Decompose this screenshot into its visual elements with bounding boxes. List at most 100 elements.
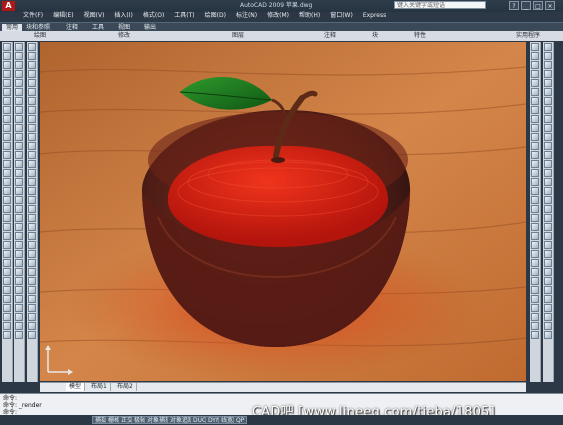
menu-insert[interactable]: 插入(I)	[109, 11, 137, 21]
panel-modify[interactable]: 修改	[118, 31, 130, 41]
toolbar-tool-icon[interactable]	[28, 97, 36, 105]
toolbar-tool-icon[interactable]	[28, 187, 36, 195]
toolbar-tool-icon[interactable]	[3, 304, 11, 312]
toolbar-tool-icon[interactable]	[544, 277, 552, 285]
toolbar-tool-icon[interactable]	[544, 169, 552, 177]
toolbar-tool-icon[interactable]	[15, 160, 23, 168]
toolbar-tool-icon[interactable]	[3, 169, 11, 177]
toolbar-tool-icon[interactable]	[531, 52, 539, 60]
toolbar-tool-icon[interactable]	[531, 196, 539, 204]
toolbar-tool-icon[interactable]	[3, 160, 11, 168]
menu-window[interactable]: 窗口(W)	[325, 11, 358, 21]
toolbar-tool-icon[interactable]	[531, 79, 539, 87]
toolbar-tool-icon[interactable]	[531, 313, 539, 321]
toolbar-tool-icon[interactable]	[28, 268, 36, 276]
minimize-button[interactable]: _	[521, 1, 531, 10]
toolbar-tool-icon[interactable]	[531, 205, 539, 213]
tab-layout2[interactable]: 布局2	[114, 383, 137, 391]
toolbar-tool-icon[interactable]	[3, 88, 11, 96]
toolbar-tool-icon[interactable]	[531, 286, 539, 294]
toolbar-tool-icon[interactable]	[28, 124, 36, 132]
toolbar-tool-icon[interactable]	[15, 79, 23, 87]
menu-file[interactable]: 文件(F)	[18, 11, 48, 21]
toolbar-tool-icon[interactable]	[3, 196, 11, 204]
toolbar-tool-icon[interactable]	[531, 160, 539, 168]
toolbar-tool-icon[interactable]	[28, 43, 36, 51]
toolbar-tool-icon[interactable]	[544, 43, 552, 51]
search-input[interactable]: 键入关键字或短语	[394, 1, 486, 9]
toolbar-tool-icon[interactable]	[28, 160, 36, 168]
toolbar-tool-icon[interactable]	[531, 178, 539, 186]
toolbar-tool-icon[interactable]	[28, 241, 36, 249]
toolbar-tool-icon[interactable]	[531, 133, 539, 141]
toolbar-tool-icon[interactable]	[28, 151, 36, 159]
toolbar-tool-icon[interactable]	[544, 151, 552, 159]
toolbar-tool-icon[interactable]	[544, 142, 552, 150]
toolbar-tool-icon[interactable]	[28, 295, 36, 303]
toolbar-tool-icon[interactable]	[531, 169, 539, 177]
toolbar-tool-icon[interactable]	[531, 214, 539, 222]
model-viewport[interactable]	[40, 42, 526, 381]
toolbar-tool-icon[interactable]	[15, 331, 23, 339]
toolbar-tool-icon[interactable]	[15, 223, 23, 231]
toolbar-tool-icon[interactable]	[531, 142, 539, 150]
toolbar-tool-icon[interactable]	[28, 169, 36, 177]
toolbar-tool-icon[interactable]	[544, 250, 552, 258]
toolbar-tool-icon[interactable]	[15, 169, 23, 177]
toolbar-tool-icon[interactable]	[531, 124, 539, 132]
menu-view[interactable]: 视图(V)	[79, 11, 110, 21]
toolbar-tool-icon[interactable]	[3, 79, 11, 87]
toolbar-tool-icon[interactable]	[28, 214, 36, 222]
toolbar-tool-icon[interactable]	[3, 214, 11, 222]
toolbar-tool-icon[interactable]	[28, 259, 36, 267]
toolbar-tool-icon[interactable]	[15, 214, 23, 222]
toolbar-tool-icon[interactable]	[15, 106, 23, 114]
toolbar-tool-icon[interactable]	[544, 196, 552, 204]
tab-model[interactable]: 模型	[66, 383, 86, 391]
toolbar-tool-icon[interactable]	[15, 286, 23, 294]
toolbar-tool-icon[interactable]	[544, 61, 552, 69]
toolbar-tool-icon[interactable]	[3, 205, 11, 213]
toolbar-tool-icon[interactable]	[15, 268, 23, 276]
toolbar-tool-icon[interactable]	[15, 133, 23, 141]
toolbar-tool-icon[interactable]	[544, 124, 552, 132]
toolbar-tool-icon[interactable]	[15, 151, 23, 159]
toolbar-tool-icon[interactable]	[28, 115, 36, 123]
toolbar-tool-icon[interactable]	[3, 322, 11, 330]
toolbar-tool-icon[interactable]	[28, 79, 36, 87]
toolbar-tool-icon[interactable]	[3, 142, 11, 150]
toolbar-tool-icon[interactable]	[544, 313, 552, 321]
toolbar-tool-icon[interactable]	[15, 322, 23, 330]
status-qp[interactable]: QP	[233, 416, 248, 424]
toolbar-tool-icon[interactable]	[544, 286, 552, 294]
toolbar-tool-icon[interactable]	[3, 331, 11, 339]
toolbar-tool-icon[interactable]	[3, 187, 11, 195]
toolbar-tool-icon[interactable]	[3, 43, 11, 51]
panel-block[interactable]: 块	[372, 31, 378, 41]
toolbar-tool-icon[interactable]	[531, 115, 539, 123]
toolbar-tool-icon[interactable]	[28, 196, 36, 204]
toolbar-tool-icon[interactable]	[531, 331, 539, 339]
toolbar-tool-icon[interactable]	[15, 232, 23, 240]
toolbar-tool-icon[interactable]	[3, 52, 11, 60]
toolbar-tool-icon[interactable]	[3, 151, 11, 159]
toolbar-tool-icon[interactable]	[544, 97, 552, 105]
toolbar-tool-icon[interactable]	[15, 97, 23, 105]
toolbar-tool-icon[interactable]	[531, 322, 539, 330]
toolbar-tool-icon[interactable]	[15, 142, 23, 150]
toolbar-tool-icon[interactable]	[15, 313, 23, 321]
toolbar-tool-icon[interactable]	[531, 97, 539, 105]
toolbar-tool-icon[interactable]	[3, 241, 11, 249]
menu-edit[interactable]: 编辑(E)	[48, 11, 78, 21]
toolbar-tool-icon[interactable]	[28, 52, 36, 60]
toolbar-tool-icon[interactable]	[15, 124, 23, 132]
toolbar-tool-icon[interactable]	[15, 115, 23, 123]
panel-utilities[interactable]: 实用程序	[516, 31, 540, 41]
toolbar-tool-icon[interactable]	[531, 295, 539, 303]
toolbar-tool-icon[interactable]	[544, 259, 552, 267]
toolbar-tool-icon[interactable]	[15, 295, 23, 303]
toolbar-tool-icon[interactable]	[531, 187, 539, 195]
toolbar-tool-icon[interactable]	[15, 241, 23, 249]
menu-modify[interactable]: 修改(M)	[262, 11, 294, 21]
toolbar-tool-icon[interactable]	[3, 178, 11, 186]
